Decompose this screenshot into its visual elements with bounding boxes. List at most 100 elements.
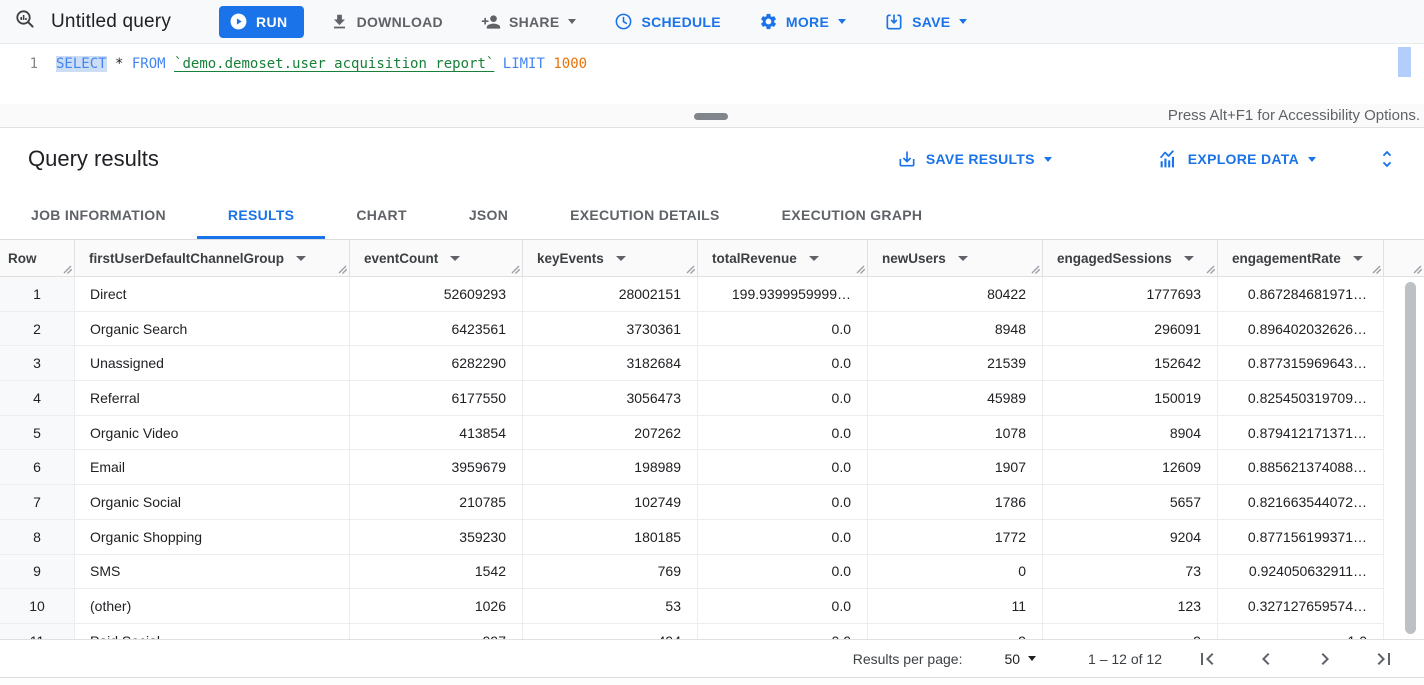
tab-json[interactable]: JSON [438,190,539,239]
table-row: 4 Referral 6177550 3056473 0.0 45989 150… [0,381,1424,416]
total-revenue-cell: 0.0 [698,346,868,381]
column-resize-handle[interactable] [338,265,347,274]
filler-cell [1384,416,1424,451]
query-magnifier-icon [13,7,37,36]
channel-cell: Organic Search [75,312,350,347]
column-header-filler [1384,240,1424,276]
new-users-cell: 1786 [868,485,1043,520]
results-per-page-select[interactable]: 50 [1004,651,1036,667]
table-scrollbar-thumb[interactable] [1405,282,1416,634]
table-row: 10 (other) 1026 53 0.0 11 123 0.32712765… [0,589,1424,624]
run-button[interactable]: RUN [219,6,304,38]
sort-caret-icon[interactable] [1184,256,1194,261]
row-number-cell: 9 [0,555,75,590]
total-revenue-cell: 0.0 [698,450,868,485]
sort-caret-icon[interactable] [1353,256,1363,261]
column-resize-handle[interactable] [1372,265,1381,274]
chevron-down-icon [838,19,846,24]
new-users-cell: 80422 [868,277,1043,312]
key-events-cell: 180185 [523,520,698,555]
column-header-keyEvents: keyEvents [523,240,698,276]
column-resize-handle[interactable] [63,265,72,274]
chevron-left-icon [1254,647,1278,671]
filler-cell [1384,520,1424,555]
engaged-sessions-cell: 5657 [1043,485,1218,520]
splitter-bar: Press Alt+F1 for Accessibility Options. [0,104,1424,128]
channel-cell: Referral [75,381,350,416]
event-count-cell: 997 [350,624,523,639]
engagement-rate-cell: 0.924050632911… [1218,555,1384,590]
first-page-icon [1195,647,1219,671]
row-number-cell: 2 [0,312,75,347]
column-resize-handle[interactable] [511,265,520,274]
key-events-cell: 494 [523,624,698,639]
expand-results-button[interactable] [1376,143,1398,175]
channel-cell: SMS [75,555,350,590]
sort-caret-icon[interactable] [616,256,626,261]
event-count-cell: 52609293 [350,277,523,312]
sort-caret-icon[interactable] [809,256,819,261]
column-resize-handle[interactable] [686,265,695,274]
previous-page-button[interactable] [1252,645,1280,673]
column-header-engagedSessions: engagedSessions [1043,240,1218,276]
column-resize-handle[interactable] [856,265,865,274]
new-users-cell: 9 [868,624,1043,639]
gear-icon [759,12,778,31]
tab-results[interactable]: RESULTS [197,190,325,239]
accessibility-hint: Press Alt+F1 for Accessibility Options. [1168,107,1424,124]
save-button[interactable]: SAVE [872,4,979,40]
last-page-button[interactable] [1370,645,1398,673]
sort-caret-icon[interactable] [450,256,460,261]
sort-caret-icon[interactable] [958,256,968,261]
schedule-button[interactable]: SCHEDULE [602,4,732,40]
first-page-button[interactable] [1193,645,1221,673]
column-resize-handle[interactable] [1031,265,1040,274]
sort-caret-icon[interactable] [296,256,306,261]
engagement-rate-cell: 0.885621374088… [1218,450,1384,485]
tab-execution-graph[interactable]: EXECUTION GRAPH [751,190,954,239]
tab-execution-details[interactable]: EXECUTION DETAILS [539,190,751,239]
channel-cell: Organic Social [75,485,350,520]
person-add-icon [481,12,501,32]
event-count-cell: 413854 [350,416,523,451]
channel-cell: Direct [75,277,350,312]
sql-code-line: 1 SELECT * FROM `demo.demoset.user_acqui… [0,56,1424,72]
new-users-cell: 1772 [868,520,1043,555]
explore-data-button[interactable]: EXPLORE DATA [1146,141,1328,177]
key-events-cell: 207262 [523,416,698,451]
splitter-handle[interactable] [694,113,728,120]
sql-editor[interactable]: 1 SELECT * FROM `demo.demoset.user_acqui… [0,44,1424,104]
column-header-newUsers: newUsers [868,240,1043,276]
total-revenue-cell: 0.0 [698,381,868,416]
editor-scrollbar-thumb[interactable] [1398,47,1411,77]
engaged-sessions-cell: 8904 [1043,416,1218,451]
column-header-eventCount: eventCount [350,240,523,276]
chevron-right-icon [1313,647,1337,671]
download-button[interactable]: DOWNLOAD [318,4,455,40]
engaged-sessions-cell: 296091 [1043,312,1218,347]
engaged-sessions-cell: 123 [1043,589,1218,624]
chevron-down-icon [1044,157,1052,162]
tab-chart[interactable]: CHART [325,190,438,239]
share-button[interactable]: SHARE [469,4,589,40]
engagement-rate-cell: 0.877315969643… [1218,346,1384,381]
new-users-cell: 45989 [868,381,1043,416]
filler-cell [1384,381,1424,416]
new-users-cell: 21539 [868,346,1043,381]
key-events-cell: 3730361 [523,312,698,347]
event-count-cell: 3959679 [350,450,523,485]
new-users-cell: 1078 [868,416,1043,451]
more-button[interactable]: MORE [747,4,858,40]
tab-job-information[interactable]: JOB INFORMATION [0,190,197,239]
table-resize-handle[interactable] [1413,265,1422,274]
new-users-cell: 1907 [868,450,1043,485]
save-results-button[interactable]: SAVE RESULTS [885,141,1064,177]
next-page-button[interactable] [1311,645,1339,673]
new-users-cell: 0 [868,555,1043,590]
channel-cell: (other) [75,589,350,624]
column-resize-handle[interactable] [1206,265,1215,274]
filler-cell [1384,277,1424,312]
chevron-down-icon [1308,157,1316,162]
key-events-cell: 769 [523,555,698,590]
total-revenue-cell: 0.0 [698,416,868,451]
